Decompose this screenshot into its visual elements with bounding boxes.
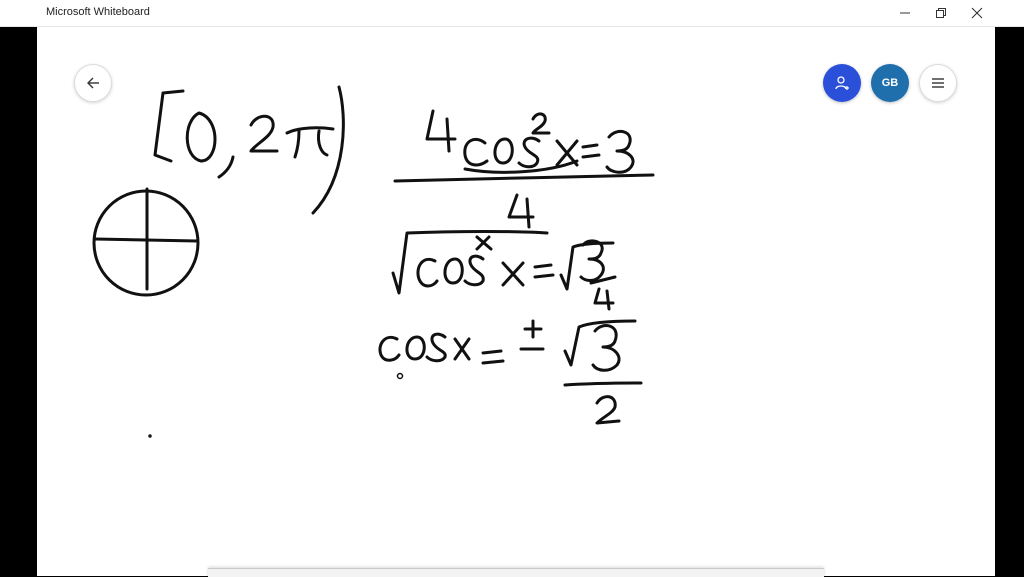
title-bar: Microsoft Whiteboard bbox=[0, 0, 1024, 27]
hamburger-menu-icon bbox=[932, 78, 944, 88]
app-window: Microsoft Whiteboard GB bbox=[0, 0, 1024, 577]
ink-layer bbox=[92, 85, 655, 438]
equation-3-ink bbox=[148, 319, 643, 438]
close-icon bbox=[971, 7, 982, 19]
minimize-icon bbox=[899, 12, 910, 14]
add-person-icon bbox=[835, 76, 849, 90]
user-avatar[interactable]: GB bbox=[871, 64, 909, 102]
restore-icon bbox=[935, 8, 946, 18]
menu-button[interactable] bbox=[919, 64, 957, 102]
equation-1-ink bbox=[393, 109, 655, 229]
minimize-button[interactable] bbox=[886, 0, 923, 26]
close-button[interactable] bbox=[958, 0, 995, 26]
interval-ink bbox=[153, 85, 345, 215]
invite-button[interactable] bbox=[823, 64, 861, 102]
restore-button[interactable] bbox=[922, 0, 959, 26]
arrow-left-icon bbox=[87, 77, 99, 89]
app-title: Microsoft Whiteboard bbox=[46, 6, 150, 18]
unit-circle-ink bbox=[92, 187, 200, 297]
whiteboard-canvas[interactable]: GB bbox=[37, 27, 995, 576]
back-button[interactable] bbox=[74, 64, 112, 102]
equation-2-ink bbox=[391, 230, 617, 311]
